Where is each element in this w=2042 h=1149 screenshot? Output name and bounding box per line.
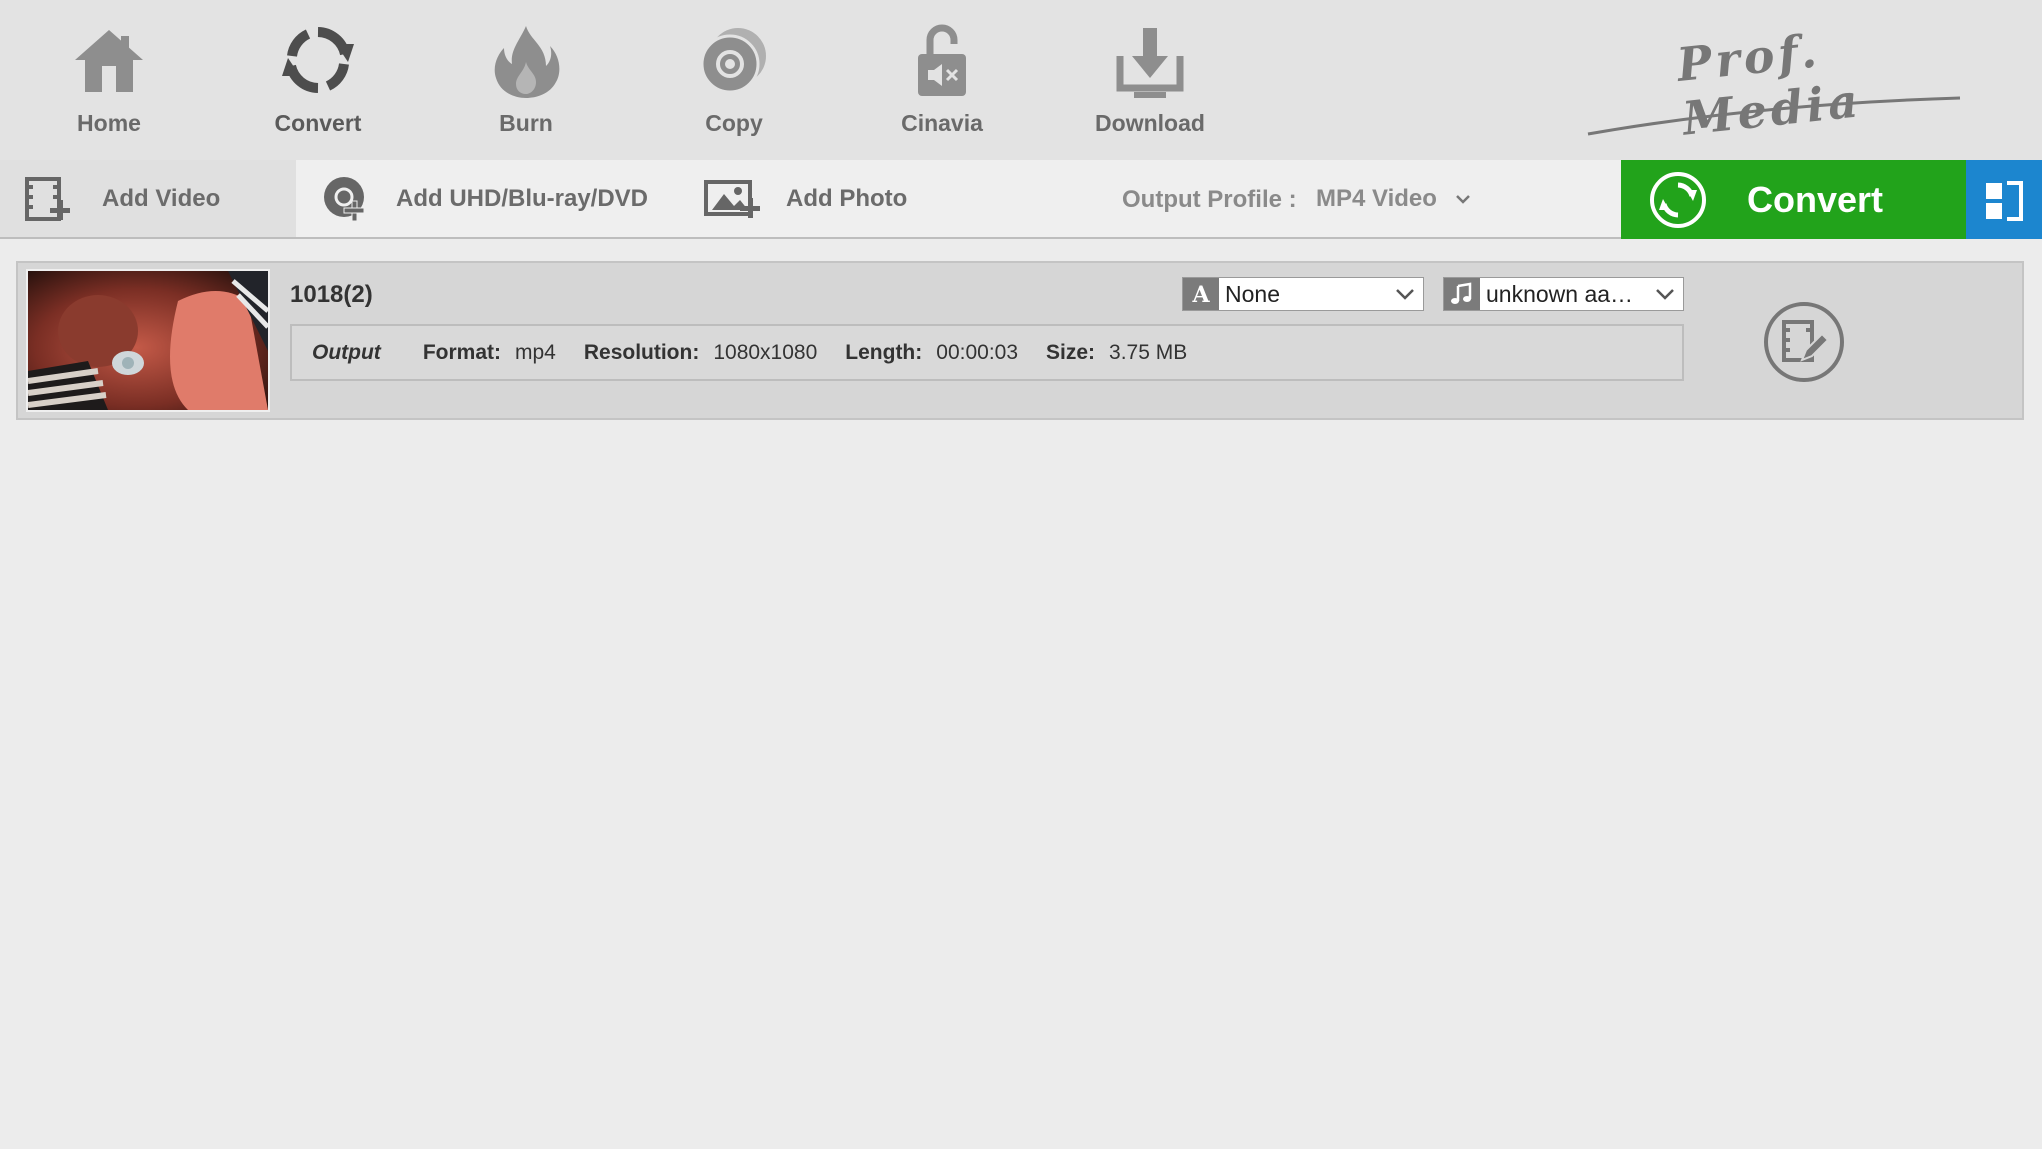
nav-cinavia[interactable]: Cinavia bbox=[862, 22, 1022, 142]
thumbnail-image bbox=[28, 271, 268, 410]
nav-copy-label: Copy bbox=[705, 110, 763, 136]
film-edit-icon bbox=[1764, 302, 1844, 382]
brand-logo: Prof. Media bbox=[1580, 23, 1980, 146]
subtitle-value: None bbox=[1225, 280, 1280, 307]
audio-track-value: unknown aa… bbox=[1486, 280, 1634, 307]
nav-download[interactable]: Download bbox=[1070, 22, 1230, 142]
convert-button[interactable]: Convert bbox=[1621, 160, 1966, 239]
top-nav: Home Convert Burn Copy Cinavia Download … bbox=[0, 0, 2042, 160]
audio-track-select[interactable]: unknown aa… bbox=[1443, 277, 1684, 311]
disc-copy-icon bbox=[700, 28, 766, 94]
nav-convert[interactable]: Convert bbox=[238, 22, 398, 142]
layout-panel-icon bbox=[1986, 180, 2023, 221]
convert-circle-icon bbox=[1650, 171, 1706, 228]
video-thumbnail[interactable] bbox=[26, 269, 270, 412]
layout-toggle-button[interactable] bbox=[1966, 160, 2042, 239]
home-icon bbox=[75, 30, 143, 92]
output-profile-select[interactable]: MP4 Video bbox=[1316, 178, 1471, 220]
convert-icon bbox=[282, 27, 354, 93]
nav-copy[interactable]: Copy bbox=[654, 22, 814, 142]
add-photo-label: Add Photo bbox=[786, 184, 908, 212]
format-value: mp4 bbox=[514, 340, 556, 364]
add-video-button[interactable]: Add Video bbox=[0, 160, 296, 237]
flame-icon bbox=[494, 26, 560, 98]
subtitle-select[interactable]: A None bbox=[1182, 277, 1424, 311]
resolution-key: Resolution: bbox=[583, 340, 700, 364]
edit-video-button[interactable] bbox=[1762, 300, 1846, 384]
unlock-mute-icon bbox=[918, 24, 966, 96]
toolbar: Add Video Add UHD/Blu-ray/DVD Add Photo … bbox=[0, 160, 2042, 239]
chevron-down-icon bbox=[1456, 195, 1470, 204]
nav-home-label: Home bbox=[77, 110, 141, 136]
download-icon bbox=[1116, 28, 1184, 98]
nav-burn[interactable]: Burn bbox=[446, 22, 606, 142]
brand-swoosh bbox=[1587, 96, 1961, 136]
output-profile-label: Output Profile : bbox=[1122, 186, 1297, 213]
photo-add-icon bbox=[704, 179, 760, 218]
film-add-icon bbox=[25, 176, 70, 221]
nav-download-label: Download bbox=[1095, 110, 1205, 136]
nav-convert-label: Convert bbox=[274, 110, 362, 136]
length-value: 00:00:03 bbox=[936, 340, 1019, 364]
file-list-item[interactable]: 1018(2) A None unknown aa… Output Format… bbox=[16, 261, 2024, 420]
disc-add-icon bbox=[324, 176, 365, 221]
length-key: Length: bbox=[845, 340, 923, 364]
output-info: Output Format: mp4 Resolution: 1080x1080… bbox=[290, 324, 1684, 381]
add-video-label: Add Video bbox=[102, 184, 221, 212]
add-disc-button[interactable]: Add UHD/Blu-ray/DVD bbox=[322, 160, 648, 237]
size-key: Size: bbox=[1046, 340, 1096, 364]
output-title: Output bbox=[312, 340, 381, 364]
chevron-down-icon bbox=[1396, 289, 1414, 300]
chevron-down-icon bbox=[1656, 289, 1674, 300]
add-disc-label: Add UHD/Blu-ray/DVD bbox=[396, 184, 649, 212]
music-note-icon bbox=[1444, 278, 1480, 310]
nav-burn-label: Burn bbox=[499, 110, 553, 136]
format-key: Format: bbox=[422, 340, 501, 364]
resolution-value: 1080x1080 bbox=[713, 340, 818, 364]
file-name: 1018(2) bbox=[290, 281, 373, 308]
add-photo-button[interactable]: Add Photo bbox=[704, 160, 907, 237]
convert-button-label: Convert bbox=[1747, 178, 1884, 220]
subtitle-icon: A bbox=[1183, 278, 1219, 310]
nav-cinavia-label: Cinavia bbox=[901, 110, 983, 136]
size-value: 3.75 MB bbox=[1109, 340, 1188, 364]
nav-home[interactable]: Home bbox=[29, 22, 189, 142]
svg-text:A: A bbox=[1191, 283, 1210, 305]
output-profile-value: MP4 Video bbox=[1316, 185, 1437, 212]
